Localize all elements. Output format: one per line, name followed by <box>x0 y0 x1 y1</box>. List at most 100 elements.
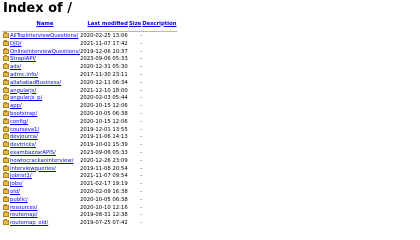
entry-link[interactable]: AllTopInterviewQuestions/ <box>10 33 78 39</box>
entry-link[interactable]: admc.info/ <box>10 72 38 78</box>
size-cell: - <box>140 142 143 149</box>
table-row: exambazzarAPIS/2023-09-06 05:33 - <box>2 148 177 158</box>
entry-link[interactable]: angularjs/ <box>10 88 36 94</box>
description-cell <box>142 142 176 150</box>
last-modified-cell: 2020-10-15 12:06 <box>79 103 128 110</box>
size-cell: - <box>140 79 143 86</box>
entry-link[interactable]: devjourca/ <box>10 134 38 140</box>
last-modified-cell: 2019-08-31 12:38 <box>79 212 128 219</box>
name-cell: courseva1/ <box>10 127 80 135</box>
description-cell <box>142 119 176 127</box>
entry-link[interactable]: routemap/ <box>10 212 38 218</box>
folder-icon <box>3 70 9 77</box>
sort-by-last-modified-link[interactable]: Last modified <box>87 21 128 27</box>
folder-icon <box>3 203 9 210</box>
entry-link[interactable]: interviewqueries/ <box>10 166 56 172</box>
folder-icon <box>3 195 9 202</box>
entry-link[interactable]: config/ <box>10 119 28 125</box>
entry-link[interactable]: allahabadBusiness/ <box>10 80 61 86</box>
entry-link[interactable]: StrapiAPI/ <box>10 56 36 62</box>
table-row: ads/2020-12-31 05:30 - <box>2 63 177 72</box>
table-row: DJQ/2021-11-07 17:42 - <box>2 39 177 49</box>
last-modified-cell: 2019-11-06 14:13 <box>79 134 128 141</box>
size-cell: - <box>140 188 143 195</box>
size-cell: - <box>140 157 143 164</box>
table-row: routemap_old/2019-07-25 07:42 - <box>2 219 177 228</box>
name-cell: admc.info/ <box>10 72 80 80</box>
sort-by-name-link[interactable]: Name <box>36 21 53 27</box>
last-modified-cell: 2023-09-06 05:33 <box>79 149 128 156</box>
entry-link[interactable]: resources/ <box>10 205 37 211</box>
last-modified-cell: 2020-12-11 06:34 <box>79 79 128 86</box>
entry-link[interactable]: courseva1/ <box>10 127 39 133</box>
folder-icon <box>3 109 9 116</box>
directory-listing-table: Name Last modified Size Description AllT… <box>2 19 177 228</box>
table-row: config/2020-10-15 12:06 - <box>2 117 177 127</box>
description-cell <box>142 220 176 228</box>
entry-link[interactable]: howtocrackaninterview/ <box>10 158 73 164</box>
size-cell: - <box>140 118 143 125</box>
entry-link[interactable]: jobs/ <box>10 181 23 187</box>
size-cell: - <box>140 149 143 156</box>
description-cell <box>142 181 176 189</box>
name-cell: bootstrap/ <box>10 111 80 119</box>
entry-link[interactable]: app/ <box>10 103 22 109</box>
size-cell: - <box>140 33 143 39</box>
folder-icon <box>3 125 9 132</box>
sort-by-description-link[interactable]: Description <box>142 21 176 27</box>
last-modified-cell: 2021-11-07 17:42 <box>79 40 128 47</box>
description-cell <box>142 212 176 220</box>
name-cell: public/ <box>10 197 80 205</box>
last-modified-cell: 2020-02-09 16:38 <box>79 188 128 195</box>
entry-link[interactable]: exambazzarAPIS/ <box>10 150 56 156</box>
table-row: routemap/2019-08-31 12:38 - <box>2 211 177 220</box>
name-cell: routemap/ <box>10 212 80 220</box>
size-cell: - <box>140 204 143 211</box>
last-modified-cell: 2020-02-25 13:06 <box>79 33 128 39</box>
last-modified-cell: 2017-11-30 23:11 <box>79 71 128 78</box>
table-row: OnlineInterviewQuestions/2019-12-06 10:3… <box>2 47 177 57</box>
size-cell: - <box>140 48 143 55</box>
entry-link[interactable]: OnlineInterviewQuestions/ <box>10 49 80 55</box>
description-cell <box>142 95 176 103</box>
entry-link[interactable]: DJQ/ <box>10 41 22 47</box>
name-cell: interviewqueries/ <box>10 166 80 174</box>
entry-link[interactable]: bootstrap/ <box>10 111 37 117</box>
description-cell <box>142 49 176 57</box>
size-cell: - <box>140 87 143 94</box>
description-cell <box>142 41 176 49</box>
entry-link[interactable]: routemap_old/ <box>10 220 48 226</box>
entry-link[interactable]: devtricks/ <box>10 142 36 148</box>
name-cell: app/ <box>10 103 80 111</box>
last-modified-cell: 2021-02-17 19:19 <box>79 181 128 188</box>
table-row: interviewqueries/2019-11-08 20:54 - <box>2 164 177 174</box>
name-cell: AllTopInterviewQuestions/ <box>10 33 80 41</box>
name-cell: routemap_old/ <box>10 220 80 228</box>
entry-link[interactable]: public/ <box>10 197 28 203</box>
last-modified-cell: 2019-07-25 07:42 <box>79 220 128 227</box>
table-row: angularjs/2021-12-10 18:00 - <box>2 86 177 96</box>
folder-icon <box>3 55 9 62</box>
folder-icon <box>3 211 9 218</box>
folder-icon <box>3 164 9 171</box>
entry-link[interactable]: angularjs_p/ <box>10 95 42 101</box>
table-row: StrapiAPI/2023-09-06 05:33 - <box>2 55 177 64</box>
header-divider <box>2 31 177 32</box>
last-modified-cell: 2020-10-05 06:38 <box>79 196 128 203</box>
name-cell: allahabadBusiness/ <box>10 80 80 88</box>
entry-link[interactable]: ads/ <box>10 64 21 70</box>
table-row: courseva1/2019-12-01 13:55 - <box>2 125 177 135</box>
entry-link[interactable]: old/ <box>10 189 20 195</box>
name-cell: howtocrackaninterview/ <box>10 158 80 166</box>
name-cell: resources/ <box>10 205 80 213</box>
entry-link[interactable]: jobrist1/ <box>10 173 32 179</box>
table-row: jobrist1/2021-11-07 09:54 - <box>2 172 177 181</box>
folder-icon <box>3 78 9 85</box>
size-cell: - <box>140 95 143 102</box>
description-cell <box>142 64 176 72</box>
last-modified-cell: 2021-11-07 09:54 <box>79 173 128 180</box>
name-cell: ads/ <box>10 64 80 72</box>
name-cell: devtricks/ <box>10 142 80 150</box>
size-cell: - <box>140 134 143 141</box>
sort-by-size-link[interactable]: Size <box>129 21 141 27</box>
